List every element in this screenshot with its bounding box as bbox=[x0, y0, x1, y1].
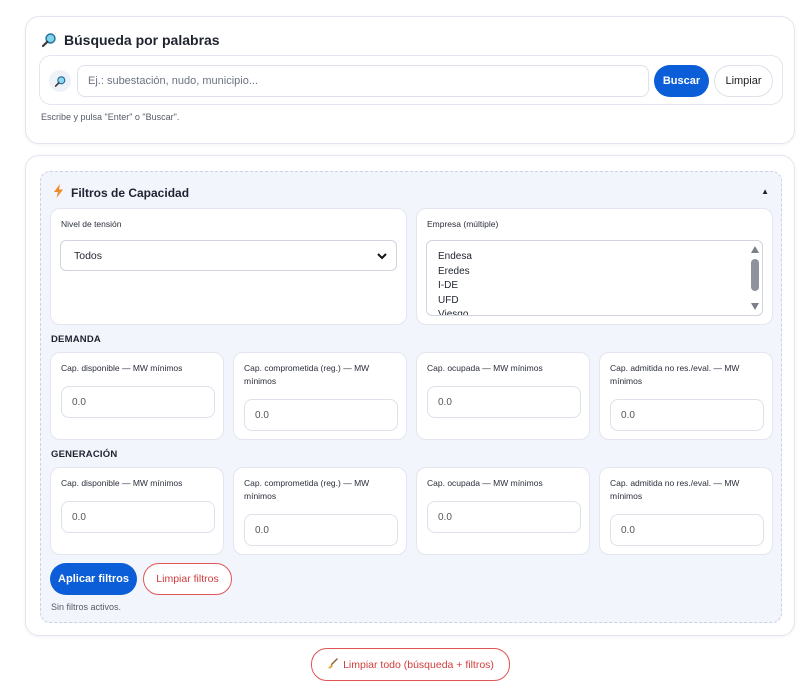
demand-admitted-input[interactable] bbox=[610, 399, 764, 431]
collapse-caret-icon[interactable]: ▲ bbox=[761, 187, 769, 196]
demand-available-input[interactable] bbox=[61, 386, 215, 418]
demand-occupied-input[interactable] bbox=[427, 386, 581, 418]
demand-admitted-label: Cap. admitida no res./eval. — MW mínimos bbox=[610, 363, 740, 386]
generation-occupied-label: Cap. ocupada — MW mínimos bbox=[427, 478, 543, 488]
generation-occupied-field: Cap. ocupada — MW mínimos bbox=[416, 467, 590, 555]
generation-group-title: GENERACIÓN bbox=[51, 449, 118, 460]
lightning-icon bbox=[53, 184, 64, 201]
generation-admitted-label: Cap. admitida no res./eval. — MW mínimos bbox=[610, 478, 740, 501]
magnifier-icon bbox=[41, 32, 57, 48]
filters-title: Filtros de Capacidad bbox=[71, 185, 190, 200]
scroll-down-icon[interactable] bbox=[751, 303, 759, 310]
scroll-thumb[interactable] bbox=[751, 259, 759, 291]
search-icon bbox=[49, 70, 71, 92]
company-option[interactable]: Viesgo bbox=[438, 308, 472, 315]
company-field: Empresa (múltiple) Endesa Eredes I-DE UF… bbox=[416, 208, 773, 325]
clear-filters-button[interactable]: Limpiar filtros bbox=[143, 563, 232, 595]
demand-committed-input[interactable] bbox=[244, 399, 398, 431]
search-button[interactable]: Buscar bbox=[654, 65, 709, 97]
company-option[interactable]: UFD bbox=[438, 294, 472, 309]
generation-committed-input[interactable] bbox=[244, 514, 398, 546]
chevron-down-icon bbox=[376, 250, 388, 265]
generation-available-label: Cap. disponible — MW mínimos bbox=[61, 478, 183, 488]
demand-occupied-field: Cap. ocupada — MW mínimos bbox=[416, 352, 590, 440]
demand-group-title: DEMANDA bbox=[51, 334, 101, 345]
company-option[interactable]: Eredes bbox=[438, 265, 472, 280]
demand-available-label: Cap. disponible — MW mínimos bbox=[61, 363, 183, 373]
scroll-up-icon[interactable] bbox=[751, 246, 759, 253]
demand-committed-label: Cap. comprometida (reg.) — MW mínimos bbox=[244, 363, 370, 386]
generation-available-input[interactable] bbox=[61, 501, 215, 533]
demand-committed-field: Cap. comprometida (reg.) — MW mínimos bbox=[233, 352, 407, 440]
demand-occupied-label: Cap. ocupada — MW mínimos bbox=[427, 363, 543, 373]
clear-all-label: Limpiar todo (búsqueda + filtros) bbox=[343, 658, 494, 671]
company-multiselect[interactable]: Endesa Eredes I-DE UFD Viesgo bbox=[426, 240, 763, 316]
clear-search-button[interactable]: Limpiar bbox=[714, 65, 773, 97]
generation-admitted-input[interactable] bbox=[610, 514, 764, 546]
generation-committed-field: Cap. comprometida (reg.) — MW mínimos bbox=[233, 467, 407, 555]
generation-committed-label: Cap. comprometida (reg.) — MW mínimos bbox=[244, 478, 370, 501]
company-options: Endesa Eredes I-DE UFD Viesgo bbox=[438, 250, 472, 315]
voltage-level-select[interactable]: Todos bbox=[60, 240, 397, 271]
company-option[interactable]: I-DE bbox=[438, 279, 472, 294]
company-label: Empresa (múltiple) bbox=[427, 219, 499, 229]
filters-status: Sin filtros activos. bbox=[51, 602, 122, 612]
filters-card: Filtros de Capacidad ▲ Nivel de tensión … bbox=[25, 155, 795, 636]
search-bar: Buscar Limpiar bbox=[39, 55, 783, 105]
company-scrollbar[interactable] bbox=[748, 241, 762, 315]
demand-admitted-field: Cap. admitida no res./eval. — MW mínimos bbox=[599, 352, 773, 440]
search-input[interactable] bbox=[77, 65, 649, 97]
generation-occupied-input[interactable] bbox=[427, 501, 581, 533]
broom-icon bbox=[327, 657, 338, 672]
apply-filters-button[interactable]: Aplicar filtros bbox=[50, 563, 137, 595]
voltage-level-value: Todos bbox=[74, 249, 103, 262]
search-title: Búsqueda por palabras bbox=[64, 32, 220, 48]
capacity-filters-toggle[interactable]: Filtros de Capacidad bbox=[53, 184, 189, 201]
search-card: Búsqueda por palabras Buscar Limpiar Esc… bbox=[25, 16, 795, 144]
generation-available-field: Cap. disponible — MW mínimos bbox=[50, 467, 224, 555]
search-hint: Escribe y pulsa "Enter" o "Buscar". bbox=[41, 112, 180, 122]
generation-admitted-field: Cap. admitida no res./eval. — MW mínimos bbox=[599, 467, 773, 555]
company-option[interactable]: Endesa bbox=[438, 250, 472, 265]
demand-available-field: Cap. disponible — MW mínimos bbox=[50, 352, 224, 440]
search-section-title: Búsqueda por palabras bbox=[41, 32, 220, 48]
voltage-level-label: Nivel de tensión bbox=[61, 219, 122, 229]
capacity-filters-panel: Filtros de Capacidad ▲ Nivel de tensión … bbox=[40, 171, 782, 623]
voltage-level-field: Nivel de tensión Todos bbox=[50, 208, 407, 325]
clear-all-button[interactable]: Limpiar todo (búsqueda + filtros) bbox=[311, 648, 510, 681]
